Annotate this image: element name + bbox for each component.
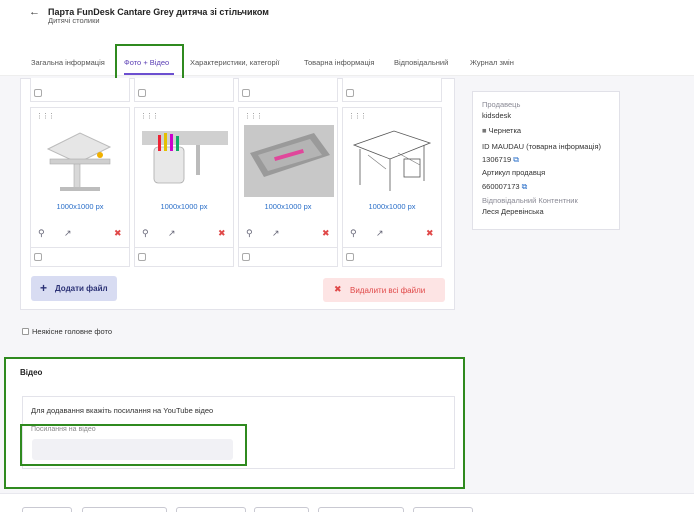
photo-select-checkbox[interactable] (346, 89, 354, 97)
low-quality-checkbox[interactable] (22, 328, 29, 335)
photo-select-checkbox[interactable] (242, 253, 250, 261)
tab-product-info[interactable]: Товарна інформація (304, 58, 374, 67)
tab-highlight-box (115, 44, 184, 81)
video-link-input[interactable] (32, 439, 233, 460)
maudau-id-row: 1306719 ⧉ (482, 155, 519, 165)
desk-sketch-photo (350, 125, 434, 197)
photo-card-footer (238, 247, 338, 267)
photo-card-footer (342, 247, 442, 267)
photo-card-footer (134, 247, 234, 267)
photo-card-partial (238, 78, 338, 102)
trash-icon[interactable]: ✖ (218, 228, 226, 239)
delete-all-files-label: Видалити всі файли (350, 286, 426, 295)
photo-card-footer (30, 247, 130, 267)
photo-size-label: 1000x1000 px (368, 202, 416, 211)
seller-article-value: 660007173 (482, 182, 520, 191)
seller-article-label: Артикул продавця (482, 168, 546, 177)
photo-size-label: 1000x1000 px (56, 202, 104, 211)
tab-general-info[interactable]: Загальна інформація (31, 58, 105, 67)
status-text: Чернетка (488, 126, 522, 135)
tab-responsible[interactable]: Відповідальний (394, 58, 448, 67)
low-quality-label: Неякісне головне фото (32, 327, 113, 336)
trash-icon[interactable]: ✖ (114, 228, 122, 239)
footer-button[interactable] (413, 507, 473, 512)
photo-select-checkbox[interactable] (346, 253, 354, 261)
zoom-icon[interactable]: ⚲ (350, 228, 357, 239)
drag-handle-icon[interactable]: ⋮⋮⋮ (348, 112, 367, 120)
trash-icon[interactable]: ✖ (322, 228, 330, 239)
page-header (0, 0, 694, 38)
desk-tray-photo (244, 125, 334, 197)
maudau-id-value: 1306719 (482, 155, 512, 164)
footer-button[interactable] (22, 507, 72, 512)
video-section-title: Відео (20, 368, 43, 377)
trash-icon: ✖ (334, 284, 342, 294)
photo-size-label: 1000x1000 px (264, 202, 312, 211)
footer-button[interactable] (176, 507, 246, 512)
photo-select-checkbox[interactable] (138, 89, 146, 97)
add-file-button[interactable]: + Додати файл (31, 276, 117, 301)
open-link-icon[interactable]: ↗ (376, 228, 384, 239)
drag-handle-icon[interactable]: ⋮⋮⋮ (140, 112, 159, 120)
photo-select-checkbox[interactable] (34, 89, 42, 97)
delete-all-files-button[interactable]: ✖ Видалити всі файли (323, 278, 445, 302)
photo-card-partial (30, 78, 130, 102)
photo-card-partial (342, 78, 442, 102)
video-hint-text: Для додавання вкажіть посилання на YouTu… (31, 406, 214, 415)
photo-select-checkbox[interactable] (138, 253, 146, 261)
seller-article-row: 660007173 ⧉ (482, 182, 527, 192)
drag-handle-icon[interactable]: ⋮⋮⋮ (36, 112, 55, 120)
footer-button[interactable] (82, 507, 167, 512)
zoom-icon[interactable]: ⚲ (38, 228, 45, 239)
pencil-cup-photo (142, 125, 228, 197)
status-badge: ■ Чернетка (482, 126, 521, 135)
copy-icon[interactable]: ⧉ (513, 155, 519, 164)
photo-select-checkbox[interactable] (34, 253, 42, 261)
video-link-label: Посилання на відео (31, 426, 96, 433)
photo-select-checkbox[interactable] (242, 89, 250, 97)
footer-button[interactable] (318, 507, 404, 512)
photo-card-partial (134, 78, 234, 102)
open-link-icon[interactable]: ↗ (272, 228, 280, 239)
open-link-icon[interactable]: ↗ (64, 228, 72, 239)
seller-name: kidsdesk (482, 111, 512, 120)
plus-icon: + (40, 281, 48, 295)
maudau-id-label: ID MAUDAU (товарна інформація) (482, 142, 601, 151)
status-dot-icon: ■ (482, 126, 487, 135)
responsible-label: Відповідальний Контентник (482, 196, 578, 205)
zoom-icon[interactable]: ⚲ (246, 228, 253, 239)
responsible-name: Леся Деревінська (482, 207, 544, 216)
copy-icon[interactable]: ⧉ (522, 182, 528, 191)
tab-bar: Загальна інформація Фото + Відео Характе… (0, 38, 694, 76)
page-subtitle: Дитячі столики (48, 16, 100, 25)
footer-button[interactable] (254, 507, 309, 512)
open-link-icon[interactable]: ↗ (168, 228, 176, 239)
desk-frame-photo (40, 125, 120, 197)
tab-characteristics[interactable]: Характеристики, категорії (190, 58, 279, 67)
back-arrow-icon[interactable]: ← (29, 6, 40, 18)
drag-handle-icon[interactable]: ⋮⋮⋮ (244, 112, 263, 120)
add-file-label: Додати файл (55, 284, 108, 293)
seller-label: Продавець (482, 100, 521, 109)
photo-size-label: 1000x1000 px (160, 202, 208, 211)
zoom-icon[interactable]: ⚲ (142, 228, 149, 239)
tab-change-log[interactable]: Журнал змін (470, 58, 514, 67)
trash-icon[interactable]: ✖ (426, 228, 434, 239)
